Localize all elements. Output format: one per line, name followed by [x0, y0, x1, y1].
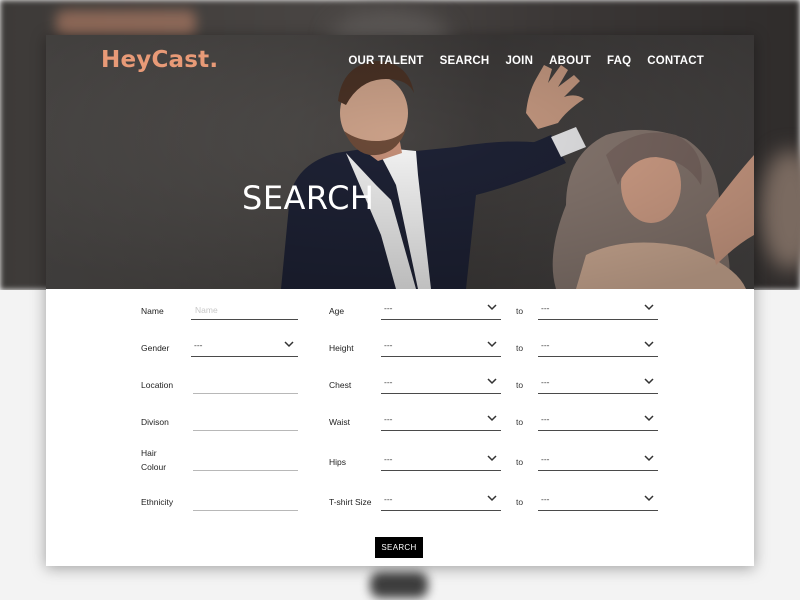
chest-from-select[interactable]: ---: [381, 374, 501, 394]
location-label: Location: [141, 380, 174, 390]
ethnicity-input[interactable]: [193, 491, 298, 511]
chevron-down-icon: [487, 378, 497, 385]
tshirt-size-label: T-shirt Size: [329, 497, 372, 507]
waist-label: Waist: [329, 417, 350, 427]
chevron-down-icon: [644, 304, 654, 311]
tshirt-size-to-select[interactable]: ---: [538, 491, 658, 511]
age-from-value: ---: [384, 303, 393, 313]
gender-select[interactable]: ---: [191, 337, 298, 357]
chevron-down-icon: [644, 495, 654, 502]
chevron-down-icon: [644, 378, 654, 385]
waist-to-value: ---: [541, 414, 550, 424]
page-card: HeyCast. OUR TALENT SEARCH JOIN ABOUT FA…: [46, 35, 754, 566]
search-button[interactable]: SEARCH: [375, 537, 423, 558]
chest-label: Chest: [329, 380, 352, 390]
chevron-down-icon: [487, 495, 497, 502]
age-to-select[interactable]: ---: [538, 300, 658, 320]
height-from-select[interactable]: ---: [381, 337, 501, 357]
chevron-down-icon: [487, 304, 497, 311]
tshirt-size-from-select[interactable]: ---: [381, 491, 501, 511]
ethnicity-label: Ethnicity: [141, 497, 174, 507]
main-nav: OUR TALENT SEARCH JOIN ABOUT FAQ CONTACT: [348, 55, 704, 67]
height-from-value: ---: [384, 340, 393, 350]
age-to-label: to: [516, 306, 524, 316]
hair-colour-input[interactable]: [193, 451, 298, 471]
talent-search-form: Name Gender --- Location Divison Hair Co…: [46, 289, 754, 566]
hero-photo: [46, 35, 754, 289]
nav-join[interactable]: JOIN: [505, 55, 533, 67]
page-title: SEARCH: [242, 179, 375, 217]
waist-to-select[interactable]: ---: [538, 411, 658, 431]
age-to-value: ---: [541, 303, 550, 313]
nav-about[interactable]: ABOUT: [549, 55, 591, 67]
tshirt-size-to-value: ---: [541, 494, 550, 504]
waist-to-label: to: [516, 417, 524, 427]
blurred-logo: [56, 10, 196, 36]
chevron-down-icon: [284, 341, 294, 348]
nav-search[interactable]: SEARCH: [440, 55, 490, 67]
nav-contact[interactable]: CONTACT: [647, 55, 704, 67]
hair-colour-label: Hair Colour: [141, 446, 166, 474]
heycast-logo[interactable]: HeyCast.: [101, 47, 218, 73]
nav-our-talent[interactable]: OUR TALENT: [348, 55, 423, 67]
chevron-down-icon: [644, 455, 654, 462]
waist-from-select[interactable]: ---: [381, 411, 501, 431]
chevron-down-icon: [487, 455, 497, 462]
height-to-value: ---: [541, 340, 550, 350]
tshirt-size-to-label: to: [516, 497, 524, 507]
height-to-label: to: [516, 343, 524, 353]
height-to-select[interactable]: ---: [538, 337, 658, 357]
location-input[interactable]: [193, 374, 298, 394]
hips-from-select[interactable]: ---: [381, 451, 501, 471]
hair-colour-label-line2: Colour: [141, 462, 167, 472]
tshirt-size-from-value: ---: [384, 494, 393, 504]
waist-from-value: ---: [384, 414, 393, 424]
chest-to-value: ---: [541, 377, 550, 387]
hips-from-value: ---: [384, 454, 393, 464]
age-label: Age: [329, 306, 345, 316]
gender-label: Gender: [141, 343, 170, 353]
hero-banner: HeyCast. OUR TALENT SEARCH JOIN ABOUT FA…: [46, 35, 754, 289]
name-input[interactable]: [191, 300, 298, 320]
name-label: Name: [141, 306, 164, 316]
hips-to-value: ---: [541, 454, 550, 464]
chest-to-label: to: [516, 380, 524, 390]
chevron-down-icon: [644, 341, 654, 348]
nav-faq[interactable]: FAQ: [607, 55, 631, 67]
blurred-search-button: [370, 572, 428, 598]
hips-to-label: to: [516, 457, 524, 467]
chest-from-value: ---: [384, 377, 393, 387]
hips-to-select[interactable]: ---: [538, 451, 658, 471]
chevron-down-icon: [644, 415, 654, 422]
hips-label: Hips: [329, 457, 347, 467]
division-label: Divison: [141, 417, 169, 427]
chevron-down-icon: [487, 341, 497, 348]
gender-select-value: ---: [194, 340, 203, 350]
age-from-select[interactable]: ---: [381, 300, 501, 320]
hair-colour-label-line1: Hair: [141, 448, 157, 458]
chest-to-select[interactable]: ---: [538, 374, 658, 394]
chevron-down-icon: [487, 415, 497, 422]
division-input[interactable]: [193, 411, 298, 431]
height-label: Height: [329, 343, 354, 353]
